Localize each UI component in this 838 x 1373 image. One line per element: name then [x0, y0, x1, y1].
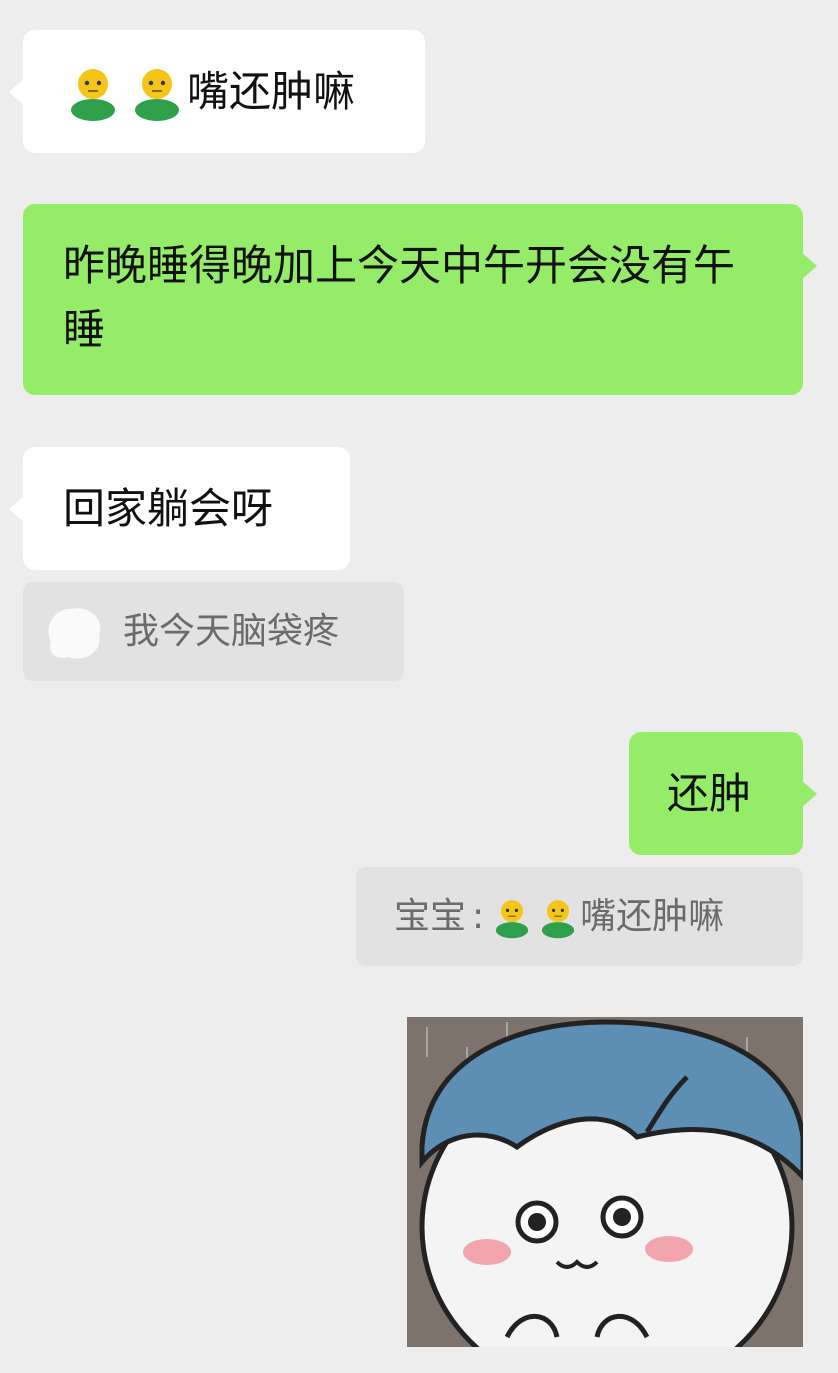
person-emoji-icon	[71, 68, 115, 121]
quoted-message[interactable]: 宝宝 : 嘴还肿嘛	[356, 867, 803, 966]
message-text: 昨晚睡得晚加上今天中午开会没有午睡	[63, 241, 736, 354]
message-text: 嘴还肿嘛	[187, 66, 356, 116]
quoted-text: 嘴还肿嘛	[580, 895, 725, 937]
message-text: 回家躺会呀	[63, 483, 274, 533]
person-emoji-icon	[135, 68, 179, 121]
incoming-message-bubble[interactable]: 嘴还肿嘛	[9, 30, 425, 153]
outgoing-message-bubble[interactable]: 还肿	[629, 732, 817, 855]
quoted-sender: 宝宝	[394, 895, 467, 937]
crying-character-sticker	[407, 1017, 803, 1347]
quoted-text: 我今天脑袋疼	[123, 610, 340, 652]
message-text: 还肿	[667, 768, 752, 818]
person-emoji-icon	[542, 899, 575, 938]
incoming-message-bubble[interactable]: 回家躺会呀	[9, 447, 350, 570]
person-emoji-icon	[496, 899, 529, 938]
quoted-message[interactable]: 我今天脑袋疼	[23, 582, 404, 681]
quoted-separator: :	[472, 895, 485, 937]
blurred-avatar-icon	[48, 607, 101, 659]
outgoing-message-bubble[interactable]: 昨晚睡得晚加上今天中午开会没有午睡	[23, 204, 817, 395]
sticker-image[interactable]	[407, 1017, 803, 1347]
